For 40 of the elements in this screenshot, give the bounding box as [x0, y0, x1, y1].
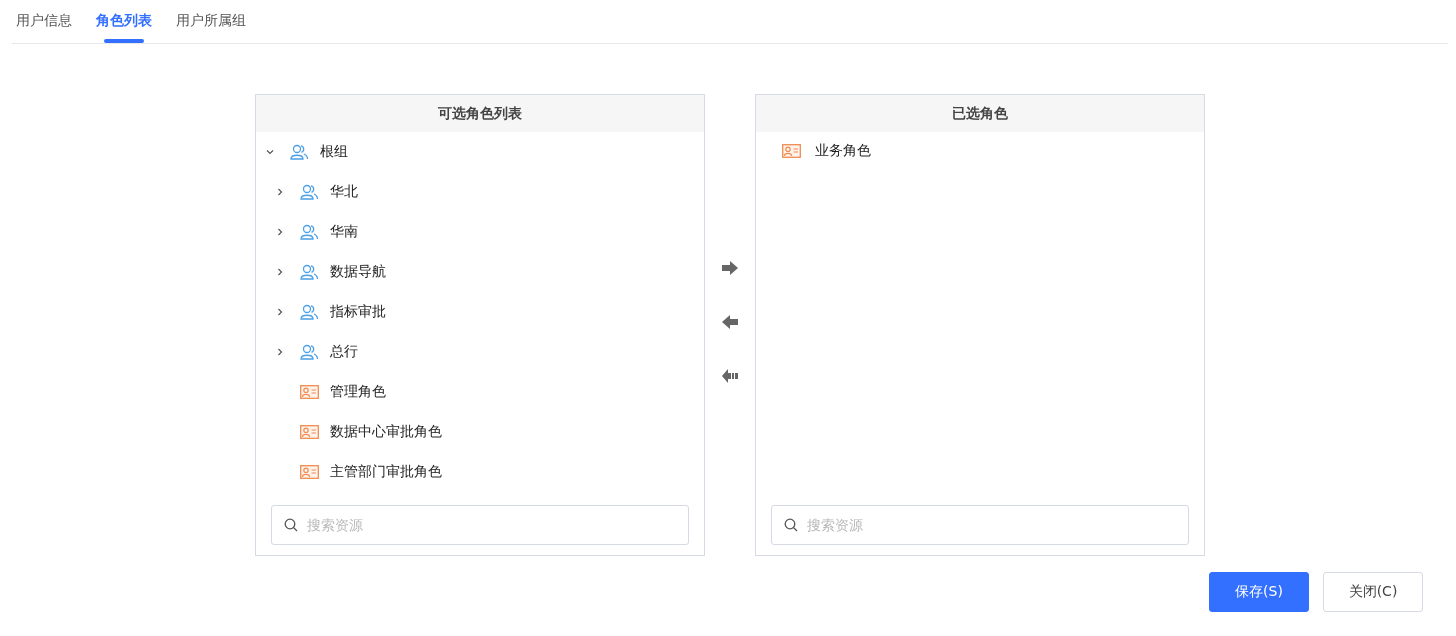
tree-item-label[interactable]: 管理角色 [330, 383, 386, 401]
panel-title: 已选角色 [756, 95, 1204, 132]
users-icon [300, 304, 319, 320]
users-icon [300, 344, 319, 360]
chevron-down-icon[interactable] [266, 148, 274, 156]
tree-item-label[interactable]: 数据导航 [330, 263, 386, 281]
id-card-icon [782, 144, 801, 158]
arrow-left-all-icon[interactable] [721, 368, 739, 384]
chevron-right-icon[interactable] [276, 228, 284, 236]
save-button[interactable]: 保存(S) [1209, 572, 1309, 612]
list-item-label[interactable]: 业务角色 [815, 142, 871, 160]
search-icon [784, 518, 798, 532]
chevron-right-icon[interactable] [276, 188, 284, 196]
tab[interactable]: 用户所属组 [176, 0, 246, 43]
tree-item-label[interactable]: 数据中心审批角色 [330, 423, 442, 441]
id-card-icon [300, 385, 319, 399]
tree-item-label[interactable]: 总行 [330, 343, 358, 361]
arrow-right-icon[interactable] [721, 260, 739, 276]
tree-item-label[interactable]: 主管部门审批角色 [330, 463, 442, 481]
tree-item-label[interactable]: 华南 [330, 223, 358, 241]
panel-title: 可选角色列表 [256, 95, 704, 132]
users-icon [300, 184, 319, 200]
arrow-left-icon[interactable] [721, 314, 739, 330]
tab[interactable]: 用户信息 [16, 0, 72, 43]
search-field[interactable]: 搜索资源 [771, 505, 1189, 545]
id-card-icon [300, 425, 319, 439]
tree-item-label[interactable]: 指标审批 [330, 303, 386, 321]
chevron-right-icon[interactable] [276, 308, 284, 316]
tree-item-label[interactable]: 根组 [320, 143, 348, 161]
users-icon [300, 264, 319, 280]
tree-item-label[interactable]: 华北 [330, 183, 358, 201]
search-field[interactable]: 搜索资源 [271, 505, 689, 545]
chevron-right-icon[interactable] [276, 348, 284, 356]
users-icon [300, 224, 319, 240]
id-card-icon [300, 465, 319, 479]
close-button[interactable]: 关闭(C) [1323, 572, 1423, 612]
chevron-right-icon[interactable] [276, 268, 284, 276]
users-icon [290, 144, 309, 160]
tab[interactable]: 角色列表 [96, 0, 152, 43]
search-icon [284, 518, 298, 532]
